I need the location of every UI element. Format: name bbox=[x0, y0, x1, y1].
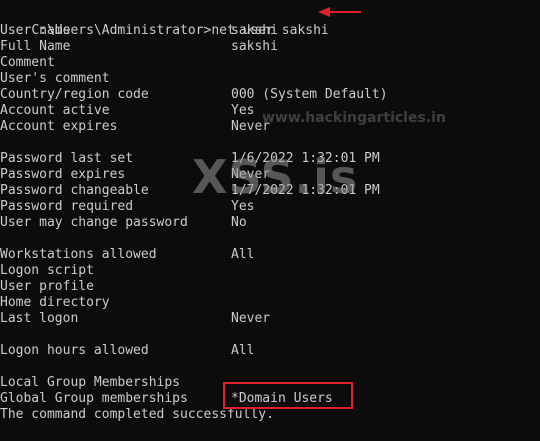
field-label: Global Group memberships bbox=[0, 391, 188, 406]
field-value: All bbox=[231, 247, 255, 262]
watermark-logo-text: XSS.is bbox=[192, 150, 359, 204]
field-row-home-directory: Home directory bbox=[0, 295, 110, 311]
field-label: User profile bbox=[0, 279, 94, 294]
field-label: Logon hours allowed bbox=[0, 343, 149, 358]
field-row-comment: Comment bbox=[0, 55, 55, 71]
field-row-user-may-change-password: User may change password No bbox=[0, 215, 247, 231]
field-value: No bbox=[231, 215, 247, 230]
field-label: Logon script bbox=[0, 263, 94, 278]
field-label: Password last set bbox=[0, 151, 134, 166]
field-label: Home directory bbox=[0, 295, 110, 310]
field-value: Yes bbox=[231, 103, 255, 118]
field-row-password-last-set: Password last set 1/6/2022 1:32:01 PM bbox=[0, 151, 380, 167]
field-row-password-changeable: Password changeable 1/7/2022 1:32:01 PM bbox=[0, 183, 380, 199]
field-value: Never bbox=[231, 311, 271, 326]
field-row-global-group-memberships: Global Group memberships *Domain Users bbox=[0, 391, 333, 407]
field-row-country-code: Country/region code 000 (System Default) bbox=[0, 87, 388, 103]
field-value: sakshi bbox=[231, 39, 278, 54]
command-line: C:\Users\Administrator>net user sakshi bbox=[0, 7, 328, 38]
arrow-left-icon bbox=[318, 7, 361, 17]
field-row-local-group-memberships: Local Group Memberships bbox=[0, 375, 180, 391]
field-label: Last logon bbox=[0, 311, 79, 326]
highlight-box-global-group bbox=[223, 382, 353, 409]
completion-message: The command completed successfully. bbox=[0, 407, 274, 422]
field-row-full-name: Full Name sakshi bbox=[0, 39, 278, 55]
field-row-logon-script: Logon script bbox=[0, 263, 94, 279]
command-prompt-console[interactable]: C:\Users\Administrator>net user sakshi U… bbox=[0, 0, 540, 441]
field-row-logon-hours-allowed: Logon hours allowed All bbox=[0, 343, 254, 359]
field-label: Password required bbox=[0, 199, 134, 214]
field-row-account-active: Account active Yes bbox=[0, 103, 254, 119]
field-row-account-expires: Account expires Never bbox=[0, 119, 270, 135]
field-row-password-required: Password required Yes bbox=[0, 199, 254, 215]
field-label: Local Group Memberships bbox=[0, 375, 181, 390]
field-row-user-profile: User profile bbox=[0, 279, 94, 295]
field-label: Country/region code bbox=[0, 87, 149, 102]
field-label: Password expires bbox=[0, 167, 126, 182]
field-label: Account active bbox=[0, 103, 110, 118]
field-label: User name bbox=[0, 23, 71, 38]
field-value: 000 (System Default) bbox=[231, 87, 388, 102]
field-label: Full Name bbox=[0, 39, 71, 54]
field-row-workstations-allowed: Workstations allowed All bbox=[0, 247, 254, 263]
field-label: Workstations allowed bbox=[0, 247, 157, 262]
field-row-user-name: User name sakshi bbox=[0, 23, 278, 39]
field-row-password-expires: Password expires Never bbox=[0, 167, 270, 183]
field-label: Password changeable bbox=[0, 183, 149, 198]
field-label: Account expires bbox=[0, 119, 118, 134]
field-row-last-logon: Last logon Never bbox=[0, 311, 270, 327]
field-label: User's comment bbox=[0, 71, 110, 86]
watermark-site-text: www.hackingarticles.in bbox=[262, 110, 446, 126]
field-row-users-comment: User's comment bbox=[0, 71, 110, 87]
field-value: sakshi bbox=[231, 23, 278, 38]
field-label: Comment bbox=[0, 55, 55, 70]
field-value: All bbox=[231, 343, 255, 358]
field-label: User may change password bbox=[0, 215, 188, 230]
